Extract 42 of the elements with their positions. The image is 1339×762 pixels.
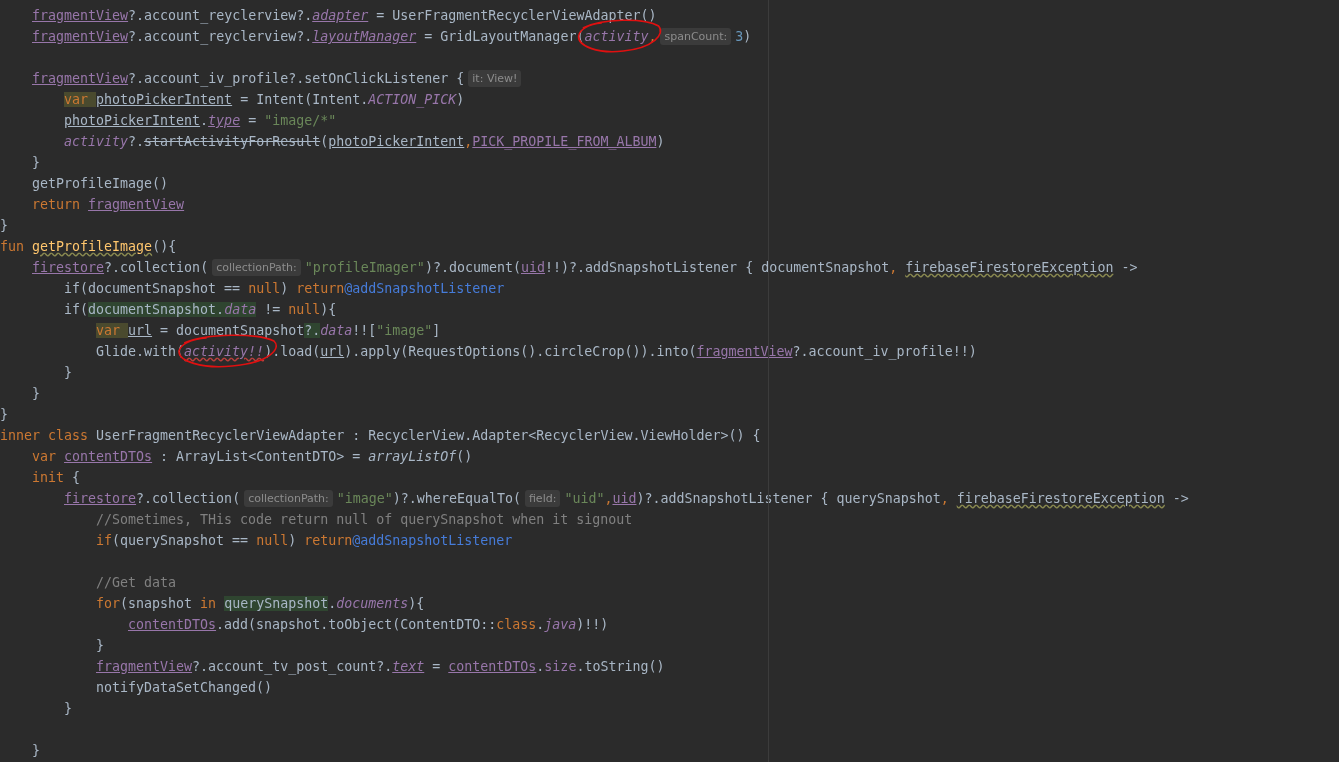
code-text: }	[64, 364, 72, 382]
code-text: "uid",uid)?.addSnapshotListener { querySnapshot, firebaseFirestoreException ->	[564, 490, 1189, 508]
code-text: "image")?.whereEqualTo(	[336, 490, 521, 508]
code-text: getProfileImage()	[32, 175, 169, 193]
code-text: return fragmentView	[32, 196, 185, 214]
parameter-hint: field:	[524, 490, 561, 507]
parameter-hint: it: View!	[468, 70, 522, 87]
code-text: if(querySnapshot == null) return@addSnapshotListener	[96, 532, 513, 550]
code-text: var contentDTOs : ArrayList<ContentDTO> = arrayListOf()	[32, 448, 473, 466]
code-text: if(documentSnapshot.data != null){	[64, 301, 337, 319]
code-text: firestore?.collection(	[64, 490, 241, 508]
code-text: }	[96, 637, 104, 655]
code-text: "profileImager")?.document(uid!!)?.addSnapshotListener { documentSnapshot, firebaseFirestoreException ->	[304, 259, 1138, 277]
code-text: photoPickerIntent.type = "image/*"	[64, 112, 337, 130]
code-text: fragmentView?.account_reyclerview?.adapter = UserFragmentRecyclerViewAdapter()	[32, 7, 657, 26]
code-text: 3)	[735, 28, 752, 46]
code-text: activity	[584, 29, 649, 44]
code-text: activity?.startActivityForResult(photoPickerIntent,PICK_PROPILE_FROM_ALBUM)	[64, 133, 665, 152]
parameter-hint: collectionPath:	[212, 259, 301, 276]
parameter-hint: collectionPath:	[244, 490, 333, 507]
parameter-hint: spanCount:	[660, 28, 732, 45]
code-text: if(documentSnapshot == null) return@addSnapshotListener	[64, 280, 505, 298]
code-text: contentDTOs.add(snapshot.toObject(ContentDTO::class.java)!!)	[128, 616, 609, 634]
code-text: }	[0, 217, 8, 235]
code-text: //Get data	[96, 574, 177, 592]
code-text: for(snapshot in querySnapshot.documents){	[96, 595, 425, 613]
code-text: }	[32, 154, 40, 172]
code-text: }	[32, 742, 40, 760]
code-text: activity!!	[184, 344, 265, 359]
code-text: fragmentView?.account_iv_profile?.setOnClickListener {	[32, 70, 465, 89]
code-text: init {	[32, 469, 81, 487]
code-text: var url = documentSnapshot?.data!!["image"]	[96, 322, 441, 340]
code-text: fragmentView?.account_tv_post_count?.text = contentDTOs.size.toString()	[96, 658, 665, 677]
code-text: //Sometimes, THis code return null of querySnapshot when it signout	[96, 511, 633, 529]
code-text: firestore?.collection(	[32, 259, 209, 277]
code-text: inner class UserFragmentRecyclerViewAdapter : RecyclerView.Adapter<RecyclerView.ViewHolder>() {	[0, 427, 761, 445]
code-text: }	[64, 700, 72, 718]
code-text: }	[32, 385, 40, 403]
code-text: notifyDataSetChanged()	[96, 679, 273, 697]
code-text: var photoPickerIntent = Intent(Intent.ACTION_PICK)	[64, 91, 465, 110]
code-text: }	[0, 406, 8, 424]
code-text: fun getProfileImage(){	[0, 238, 177, 256]
